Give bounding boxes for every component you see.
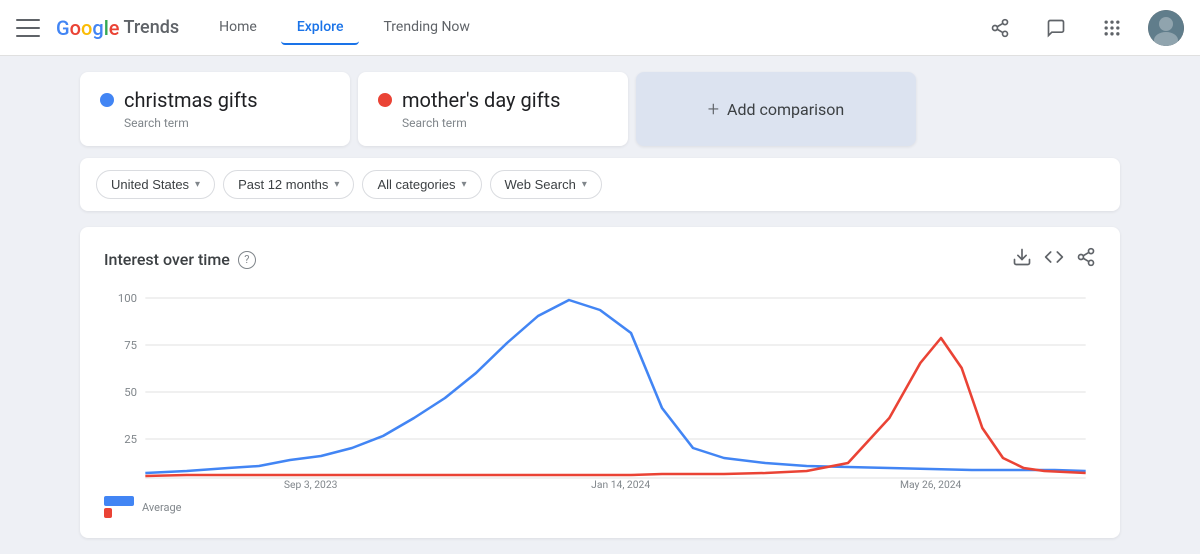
nav-links: Home Explore Trending Now xyxy=(203,11,486,45)
filter-row: United States ▾ Past 12 months ▾ All cat… xyxy=(80,158,1120,211)
navbar: Google Trends Home Explore Trending Now xyxy=(0,0,1200,56)
chevron-down-icon-4: ▾ xyxy=(582,179,587,190)
interest-over-time-chart: 100 75 50 25 Sep 3, 2023 Jan 14, 2024 Ma… xyxy=(104,288,1096,488)
logo-google-text: Google xyxy=(56,16,120,40)
filter-search-type[interactable]: Web Search ▾ xyxy=(490,170,602,199)
search-terms-row: christmas gifts Search term mother's day… xyxy=(80,72,1120,146)
search-term-name-2: mother's day gifts xyxy=(378,88,608,112)
chevron-down-icon: ▾ xyxy=(195,179,200,190)
search-term-text-2: mother's day gifts xyxy=(402,88,560,112)
nav-left: Google Trends Home Explore Trending Now xyxy=(16,11,980,45)
search-term-name-1: christmas gifts xyxy=(100,88,330,112)
filter-category-label: All categories xyxy=(377,177,455,192)
avg-bar-blue xyxy=(104,496,134,506)
chart-actions xyxy=(1012,247,1096,272)
logo-trends-text: Trends xyxy=(124,17,180,38)
add-comparison-card[interactable]: + Add comparison xyxy=(636,72,916,146)
svg-text:May 26, 2024: May 26, 2024 xyxy=(900,480,962,491)
avatar[interactable] xyxy=(1148,10,1184,46)
feedback-icon-btn[interactable] xyxy=(1036,8,1076,48)
logo: Google Trends xyxy=(56,16,179,40)
filter-time[interactable]: Past 12 months ▾ xyxy=(223,170,354,199)
chart-bottom: Average xyxy=(104,496,1096,518)
download-icon xyxy=(1012,247,1032,267)
filter-search-type-label: Web Search xyxy=(505,177,576,192)
svg-text:50: 50 xyxy=(124,386,137,399)
svg-text:Sep 3, 2023: Sep 3, 2023 xyxy=(284,480,338,491)
svg-text:Jan 14, 2024: Jan 14, 2024 xyxy=(591,480,650,491)
chevron-down-icon-3: ▾ xyxy=(461,179,466,190)
avg-bars xyxy=(104,496,134,518)
apps-icon-btn[interactable] xyxy=(1092,8,1132,48)
share-icon xyxy=(990,18,1010,38)
plus-icon: + xyxy=(708,97,719,121)
chart-title-group: Interest over time ? xyxy=(104,250,256,269)
filter-category[interactable]: All categories ▾ xyxy=(362,170,481,199)
search-term-sub-2: Search term xyxy=(402,116,608,130)
filter-country-label: United States xyxy=(111,177,189,192)
embed-icon xyxy=(1044,247,1064,267)
chevron-down-icon-2: ▾ xyxy=(334,179,339,190)
dot-blue-1 xyxy=(100,93,114,107)
embed-icon-btn[interactable] xyxy=(1044,247,1064,272)
chart-header: Interest over time ? xyxy=(104,247,1096,272)
search-term-text-1: christmas gifts xyxy=(124,88,258,112)
main-content: christmas gifts Search term mother's day… xyxy=(0,56,1200,554)
chart-svg-container: 100 75 50 25 Sep 3, 2023 Jan 14, 2024 Ma… xyxy=(104,288,1096,492)
filter-country[interactable]: United States ▾ xyxy=(96,170,215,199)
hamburger-menu[interactable] xyxy=(16,16,40,40)
nav-trending-now[interactable]: Trending Now xyxy=(367,11,485,45)
help-icon[interactable]: ? xyxy=(238,251,256,269)
nav-home[interactable]: Home xyxy=(203,11,273,45)
chart-card: Interest over time ? xyxy=(80,227,1120,538)
add-comparison-label: Add comparison xyxy=(727,100,844,119)
blue-line-christmas xyxy=(145,300,1085,473)
svg-text:25: 25 xyxy=(124,433,137,446)
avg-label: Average xyxy=(142,501,182,514)
nav-explore[interactable]: Explore xyxy=(281,11,360,45)
chart-title: Interest over time xyxy=(104,250,230,269)
red-line-mothers xyxy=(145,338,1085,476)
search-term-card-1: christmas gifts Search term xyxy=(80,72,350,146)
download-icon-btn[interactable] xyxy=(1012,247,1032,272)
svg-text:75: 75 xyxy=(124,339,137,352)
share-chart-icon-btn[interactable] xyxy=(1076,247,1096,272)
feedback-icon xyxy=(1046,18,1066,38)
svg-text:100: 100 xyxy=(118,292,137,305)
share-icon-btn[interactable] xyxy=(980,8,1020,48)
search-term-card-2: mother's day gifts Search term xyxy=(358,72,628,146)
share-chart-icon xyxy=(1076,247,1096,267)
search-term-sub-1: Search term xyxy=(124,116,330,130)
filter-time-label: Past 12 months xyxy=(238,177,328,192)
avg-bar-red xyxy=(104,508,112,518)
nav-right xyxy=(980,8,1184,48)
dot-red-2 xyxy=(378,93,392,107)
apps-icon xyxy=(1102,18,1122,38)
